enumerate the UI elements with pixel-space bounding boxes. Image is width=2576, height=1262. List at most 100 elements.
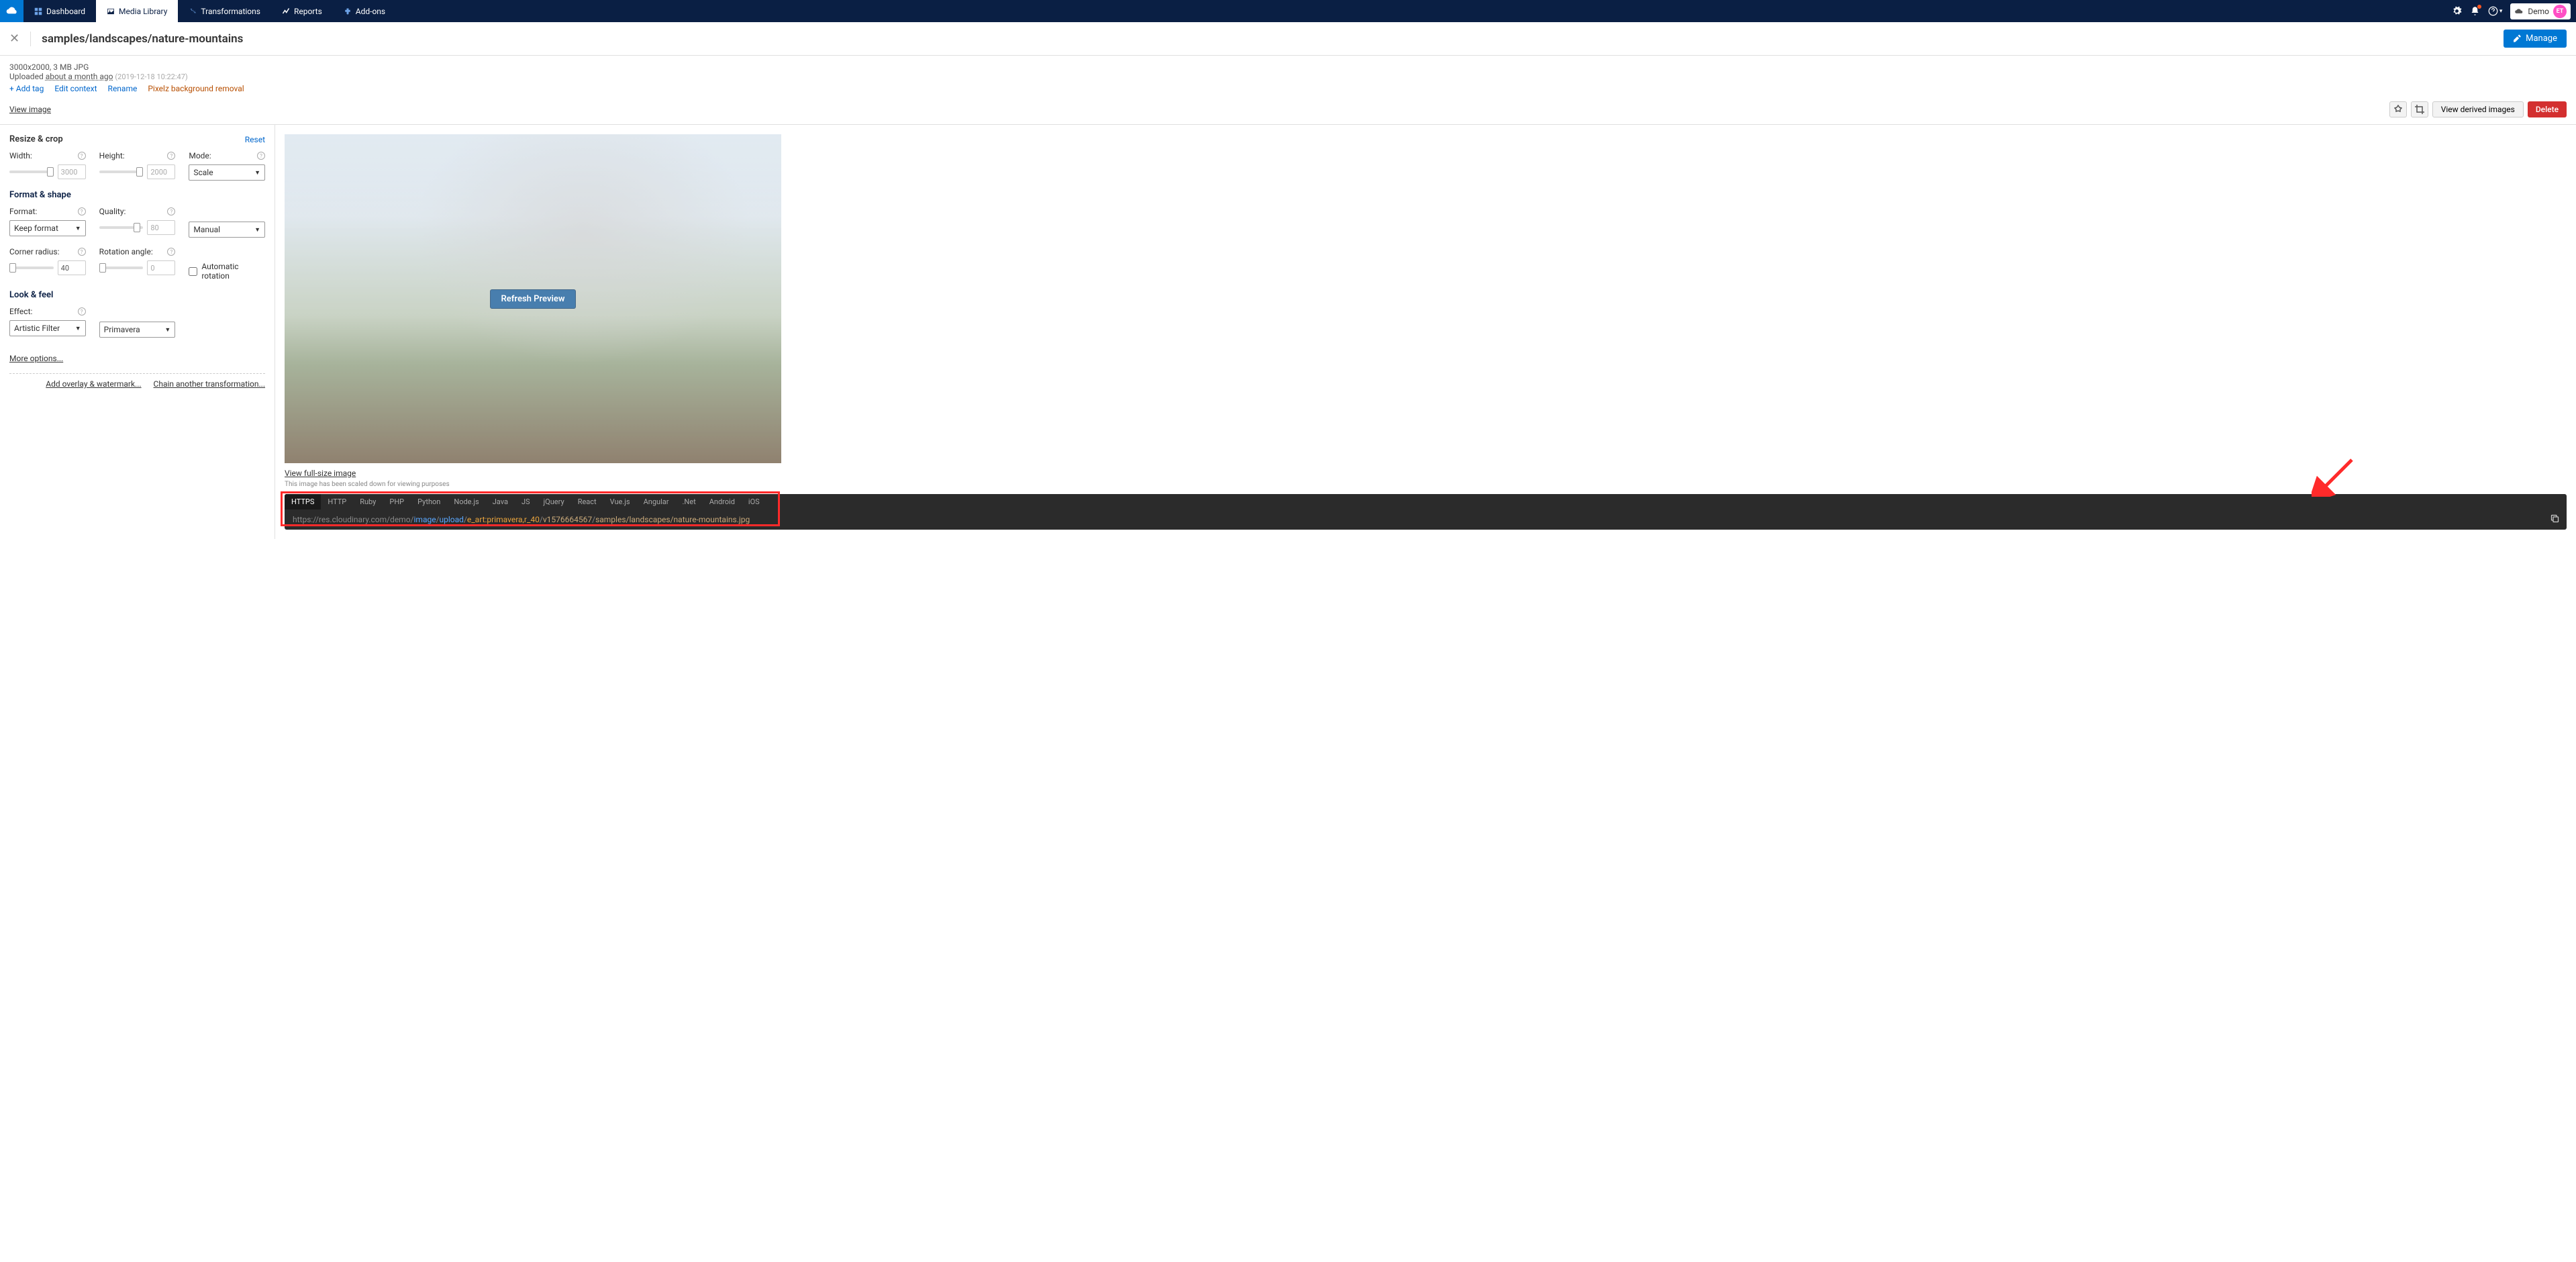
lang-tab-ios[interactable]: iOS xyxy=(742,494,766,509)
account-selector[interactable]: Demo ET xyxy=(2510,3,2571,19)
help-icon[interactable]: ▾ xyxy=(2488,6,2503,16)
lang-tab-php[interactable]: PHP xyxy=(383,494,411,509)
rotation-slider[interactable] xyxy=(99,266,144,269)
corner-label: Corner radius: xyxy=(9,247,60,256)
account-name: Demo xyxy=(2528,7,2549,16)
width-label: Width: xyxy=(9,151,32,160)
url-code[interactable]: https://res.cloudinary.com/demo/image/up… xyxy=(285,509,2567,530)
section-resize-crop: Resize & crop xyxy=(9,134,63,144)
reset-link[interactable]: Reset xyxy=(245,135,265,144)
manage-button[interactable]: Manage xyxy=(2504,30,2567,48)
bookmark-icon[interactable] xyxy=(2389,101,2407,117)
nav-dashboard[interactable]: Dashboard xyxy=(23,0,96,22)
lang-tab-react[interactable]: React xyxy=(571,494,603,509)
width-slider[interactable] xyxy=(9,171,54,173)
copy-icon[interactable] xyxy=(2550,514,2560,526)
more-options-link[interactable]: More options... xyxy=(9,354,63,363)
main-content: Resize & crop Reset Width:? Height:? Mod… xyxy=(0,125,2576,539)
help-icon[interactable]: ? xyxy=(78,248,86,256)
lang-tab-python[interactable]: Python xyxy=(411,494,447,509)
section-look-feel: Look & feel xyxy=(9,290,265,300)
lang-tab-android[interactable]: Android xyxy=(703,494,742,509)
lang-tab-net[interactable]: .Net xyxy=(676,494,703,509)
view-full-size-link[interactable]: View full-size image xyxy=(285,469,356,478)
code-section: HTTPSHTTPRubyPHPPythonNode.jsJavaJSjQuer… xyxy=(285,494,2567,530)
lang-tab-https[interactable]: HTTPS xyxy=(285,494,321,509)
height-slider[interactable] xyxy=(99,171,144,173)
effect-select[interactable]: Artistic Filter▼ xyxy=(9,320,86,336)
quality-slider[interactable] xyxy=(99,226,144,229)
auto-rotation-checkbox[interactable] xyxy=(189,267,197,276)
lang-tab-js[interactable]: JS xyxy=(515,494,537,509)
nav-label: Transformations xyxy=(201,7,260,16)
preview-area: Refresh Preview View full-size image Thi… xyxy=(275,125,2576,539)
mode-select[interactable]: Scale▼ xyxy=(189,164,265,181)
help-icon[interactable]: ? xyxy=(78,307,86,316)
manage-label: Manage xyxy=(2526,34,2557,44)
lang-tab-ruby[interactable]: Ruby xyxy=(353,494,383,509)
quality-mode-select[interactable]: Manual▼ xyxy=(189,222,265,238)
nav-label: Dashboard xyxy=(46,7,85,16)
nav-addons[interactable]: Add-ons xyxy=(333,0,396,22)
quality-label: Quality: xyxy=(99,207,126,216)
lang-tab-angular[interactable]: Angular xyxy=(637,494,676,509)
pixelz-link[interactable]: Pixelz background removal xyxy=(148,84,244,93)
lang-tab-java[interactable]: Java xyxy=(486,494,515,509)
page-title: samples/landscapes/nature-mountains xyxy=(42,32,2504,46)
refresh-preview-button[interactable]: Refresh Preview xyxy=(490,289,577,309)
meta-bar: 3000x2000, 3 MB JPG Uploaded about a mon… xyxy=(0,56,2576,97)
nav-transformations[interactable]: Transformations xyxy=(178,0,271,22)
help-icon[interactable]: ? xyxy=(167,248,175,256)
lang-tab-vuejs[interactable]: Vue.js xyxy=(603,494,637,509)
help-icon[interactable]: ? xyxy=(167,207,175,215)
mode-label: Mode: xyxy=(189,151,211,160)
dimensions-text: 3000x2000, 3 MB JPG xyxy=(9,62,2567,72)
overlay-link[interactable]: Add overlay & watermark... xyxy=(46,379,141,389)
lang-tab-http[interactable]: HTTP xyxy=(321,494,353,509)
nav-reports[interactable]: Reports xyxy=(271,0,333,22)
preview-image: Refresh Preview xyxy=(285,134,781,463)
lang-tab-nodejs[interactable]: Node.js xyxy=(447,494,485,509)
page-header: ✕ samples/landscapes/nature-mountains Ma… xyxy=(0,22,2576,56)
brand-logo[interactable] xyxy=(0,0,23,22)
add-tag-link[interactable]: + Add tag xyxy=(9,84,44,93)
help-icon[interactable]: ? xyxy=(167,152,175,160)
settings-icon[interactable] xyxy=(2452,6,2462,16)
arrow-annotation xyxy=(2312,456,2359,499)
auto-rotation-label: Automatic rotation xyxy=(201,262,265,281)
edit-context-link[interactable]: Edit context xyxy=(54,84,97,93)
close-icon[interactable]: ✕ xyxy=(9,32,19,46)
help-icon[interactable]: ? xyxy=(78,152,86,160)
help-icon[interactable]: ? xyxy=(257,152,265,160)
nav-label: Reports xyxy=(294,7,322,16)
nav-label: Media Library xyxy=(119,7,167,16)
width-input[interactable] xyxy=(58,164,86,179)
corner-input[interactable] xyxy=(58,260,86,275)
rename-link[interactable]: Rename xyxy=(108,84,138,93)
rotation-input[interactable] xyxy=(147,260,175,275)
section-format-shape: Format & shape xyxy=(9,190,265,200)
language-tabs: HTTPSHTTPRubyPHPPythonNode.jsJavaJSjQuer… xyxy=(285,494,2567,509)
corner-slider[interactable] xyxy=(9,266,54,269)
delete-button[interactable]: Delete xyxy=(2528,101,2567,117)
height-label: Height: xyxy=(99,151,125,160)
view-derived-button[interactable]: View derived images xyxy=(2432,101,2524,117)
scale-note: This image has been scaled down for view… xyxy=(285,481,450,488)
nav-label: Add-ons xyxy=(356,7,385,16)
crop-icon[interactable] xyxy=(2411,101,2428,117)
format-select[interactable]: Keep format▼ xyxy=(9,220,86,236)
uploaded-text: Uploaded about a month ago (2019-12-18 1… xyxy=(9,72,2567,81)
lang-tab-jquery[interactable]: jQuery xyxy=(537,494,571,509)
effect-option-select[interactable]: Primavera▼ xyxy=(99,322,176,338)
notifications-icon[interactable] xyxy=(2470,6,2480,16)
nav-media-library[interactable]: Media Library xyxy=(96,0,178,22)
avatar: ET xyxy=(2553,5,2567,18)
quality-input[interactable] xyxy=(147,220,175,235)
view-image-link[interactable]: View image xyxy=(9,105,51,114)
top-navigation: Dashboard Media Library Transformations … xyxy=(0,0,2576,22)
rotation-label: Rotation angle: xyxy=(99,247,153,256)
chain-link[interactable]: Chain another transformation... xyxy=(154,379,265,389)
height-input[interactable] xyxy=(147,164,175,179)
help-icon[interactable]: ? xyxy=(78,207,86,215)
format-label: Format: xyxy=(9,207,37,216)
